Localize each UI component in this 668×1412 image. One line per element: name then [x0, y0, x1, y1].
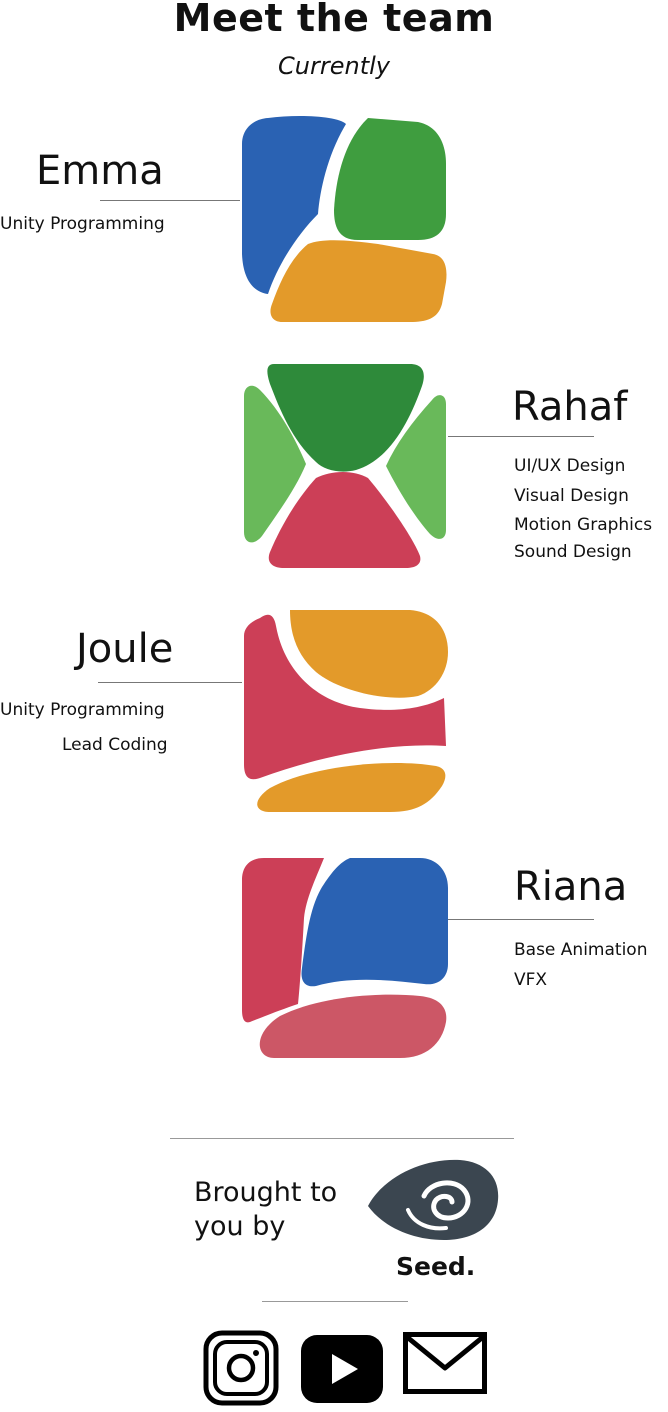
seed-logo-icon [368, 1159, 499, 1240]
instagram-link[interactable] [203, 1330, 279, 1410]
member-divider [98, 682, 242, 683]
member-role: Base Animation [514, 940, 648, 960]
footer-divider-small [262, 1301, 408, 1302]
member-name-riana: Riana [514, 864, 628, 910]
youtube-link[interactable] [300, 1334, 384, 1408]
brought-to-line-1: Brought to [194, 1177, 338, 1208]
member-name-rahaf: Rahaf [512, 384, 628, 430]
member-name-joule: Joule [76, 626, 174, 672]
riana-avatar-glyph [242, 858, 448, 1058]
member-role: Unity Programming [0, 700, 165, 720]
brought-to-line-2: you by [194, 1211, 286, 1242]
instagram-icon [203, 1330, 279, 1406]
youtube-icon [301, 1335, 383, 1403]
emma-avatar-glyph [242, 116, 447, 322]
joule-avatar-glyph [244, 610, 448, 812]
mail-link[interactable] [403, 1332, 487, 1398]
page-title: Meet the team [173, 0, 495, 40]
member-name-emma: Emma [36, 148, 164, 194]
footer-divider [170, 1138, 514, 1139]
member-role: Unity Programming [0, 214, 165, 234]
page-subtitle: Currently [278, 52, 390, 80]
member-role: Motion Graphics [514, 515, 653, 535]
mail-icon [403, 1332, 487, 1394]
member-role: Sound Design [514, 542, 632, 562]
member-divider [448, 919, 594, 920]
member-role: VFX [514, 970, 548, 990]
member-divider [448, 436, 594, 437]
seed-brand-name: Seed. [396, 1252, 476, 1281]
member-role: Visual Design [514, 486, 629, 506]
member-divider [100, 200, 240, 201]
member-role: UI/UX Design [514, 456, 626, 476]
rahaf-avatar-glyph [244, 364, 446, 568]
member-role: Lead Coding [62, 735, 168, 755]
